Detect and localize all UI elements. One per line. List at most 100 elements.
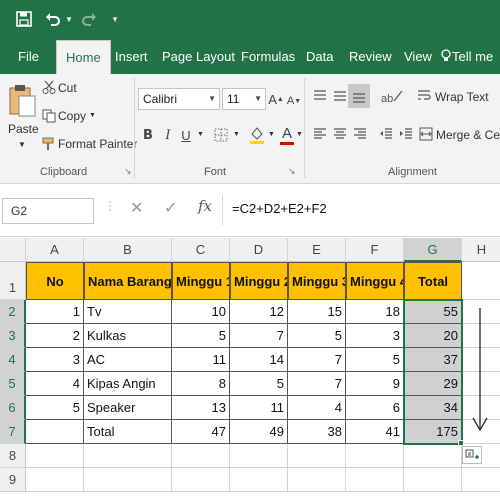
row-header-5[interactable]: 5 <box>0 372 26 396</box>
paste-dropdown-icon[interactable]: ▼ <box>18 140 26 149</box>
table-cell[interactable]: 55 <box>404 300 462 324</box>
table-cell[interactable]: 10 <box>172 300 230 324</box>
column-header-c[interactable]: C <box>172 238 230 262</box>
empty-cell[interactable] <box>172 444 230 468</box>
table-cell[interactable]: Total <box>84 420 172 444</box>
cut-label[interactable]: Cut <box>58 81 77 95</box>
column-header-d[interactable]: D <box>230 238 288 262</box>
row-header-9[interactable]: 9 <box>0 468 26 492</box>
table-cell[interactable] <box>26 420 84 444</box>
column-header-h[interactable]: H <box>462 238 500 262</box>
table-cell[interactable]: 5 <box>26 396 84 420</box>
align-left-icon[interactable] <box>310 124 330 144</box>
tab-page-layout[interactable]: Page Layout <box>153 38 244 74</box>
table-cell[interactable]: Kulkas <box>84 324 172 348</box>
borders-icon[interactable] <box>212 126 230 144</box>
tab-tell-me[interactable]: Tell me <box>440 38 500 74</box>
merge-center-label[interactable]: Merge & Cen <box>436 128 500 142</box>
empty-cell[interactable] <box>84 468 172 492</box>
table-cell[interactable]: 18 <box>346 300 404 324</box>
empty-cell[interactable] <box>404 468 462 492</box>
empty-cell[interactable] <box>462 262 500 300</box>
fill-color-dropdown-icon[interactable]: ▼ <box>268 131 275 138</box>
table-cell[interactable]: 14 <box>230 348 288 372</box>
font-color-dropdown-icon[interactable]: ▼ <box>296 131 303 138</box>
tab-formulas[interactable]: Formulas <box>232 38 304 74</box>
borders-dropdown-icon[interactable]: ▼ <box>233 131 240 138</box>
font-launcher-icon[interactable]: ↘ <box>288 166 296 177</box>
empty-cell[interactable] <box>230 468 288 492</box>
row-header-4[interactable]: 4 <box>0 348 26 372</box>
table-cell[interactable]: 2 <box>26 324 84 348</box>
merge-center-icon[interactable] <box>418 126 434 142</box>
table-header-cell[interactable]: Minggu 4 <box>346 262 404 300</box>
column-header-e[interactable]: E <box>288 238 346 262</box>
cancel-icon[interactable]: ✕ <box>130 198 143 218</box>
underline-icon[interactable]: U <box>178 124 194 146</box>
cut-icon[interactable] <box>40 78 58 96</box>
align-middle-icon[interactable] <box>330 86 350 106</box>
table-cell[interactable]: 11 <box>230 396 288 420</box>
table-header-cell[interactable]: No <box>26 262 84 300</box>
table-cell[interactable]: 7 <box>230 324 288 348</box>
table-cell[interactable]: 7 <box>288 372 346 396</box>
column-header-f[interactable]: F <box>346 238 404 262</box>
table-cell[interactable]: 7 <box>288 348 346 372</box>
table-header-cell[interactable]: Total <box>404 262 462 300</box>
redo-icon[interactable] <box>78 0 100 38</box>
increase-indent-icon[interactable] <box>396 124 416 144</box>
empty-cell[interactable] <box>462 468 500 492</box>
table-cell[interactable]: 37 <box>404 348 462 372</box>
align-center-icon[interactable] <box>330 124 350 144</box>
table-cell[interactable]: 15 <box>288 300 346 324</box>
customize-qat-icon[interactable]: ▾ <box>108 0 122 38</box>
auto-fill-options-icon[interactable] <box>462 446 482 464</box>
fill-color-icon[interactable] <box>247 124 267 146</box>
table-cell[interactable]: 3 <box>346 324 404 348</box>
empty-cell[interactable] <box>172 468 230 492</box>
empty-cell[interactable] <box>84 444 172 468</box>
font-name-select[interactable]: Calibri ▼ <box>138 88 220 110</box>
row-header-3[interactable]: 3 <box>0 324 26 348</box>
table-cell[interactable]: 5 <box>230 372 288 396</box>
orientation-icon[interactable]: ab <box>378 86 406 106</box>
font-size-select[interactable]: 11 ▼ <box>222 88 266 110</box>
table-cell[interactable]: 41 <box>346 420 404 444</box>
empty-cell[interactable] <box>404 444 462 468</box>
table-cell[interactable]: 5 <box>288 324 346 348</box>
tab-insert[interactable]: Insert <box>106 38 157 74</box>
formula-input[interactable]: =C2+D2+E2+F2 <box>232 201 327 216</box>
font-color-icon[interactable]: A <box>279 122 295 148</box>
empty-cell[interactable] <box>26 468 84 492</box>
empty-cell[interactable] <box>346 444 404 468</box>
table-cell[interactable]: 29 <box>404 372 462 396</box>
table-cell[interactable]: 3 <box>26 348 84 372</box>
decrease-font-size-icon[interactable]: A ▼ <box>286 90 302 112</box>
empty-cell[interactable] <box>288 444 346 468</box>
tab-home[interactable]: Home <box>56 40 111 74</box>
format-painter-icon[interactable] <box>40 135 58 153</box>
copy-label[interactable]: Copy <box>58 109 86 123</box>
row-header-7[interactable]: 7 <box>0 420 26 444</box>
bold-icon[interactable]: B <box>140 124 156 146</box>
table-header-cell[interactable]: Minggu 3 <box>288 262 346 300</box>
table-cell[interactable]: 4 <box>26 372 84 396</box>
copy-dropdown-icon[interactable]: ▼ <box>89 112 96 119</box>
underline-dropdown-icon[interactable]: ▼ <box>197 131 204 138</box>
table-cell[interactable]: 5 <box>346 348 404 372</box>
copy-icon[interactable] <box>40 107 58 125</box>
italic-icon[interactable]: I <box>160 124 176 146</box>
table-header-cell[interactable]: Minggu 2 <box>230 262 288 300</box>
insert-function-icon[interactable]: fx <box>198 197 212 215</box>
tab-view[interactable]: View <box>395 38 441 74</box>
select-all-corner[interactable] <box>0 238 26 262</box>
empty-cell[interactable] <box>288 468 346 492</box>
table-cell[interactable]: Tv <box>84 300 172 324</box>
table-cell[interactable]: 6 <box>346 396 404 420</box>
column-header-b[interactable]: B <box>84 238 172 262</box>
table-cell[interactable]: 12 <box>230 300 288 324</box>
align-top-icon[interactable] <box>310 86 330 106</box>
table-cell[interactable]: 175 <box>404 420 462 444</box>
column-header-a[interactable]: A <box>26 238 84 262</box>
name-box[interactable]: G2 <box>2 198 94 224</box>
